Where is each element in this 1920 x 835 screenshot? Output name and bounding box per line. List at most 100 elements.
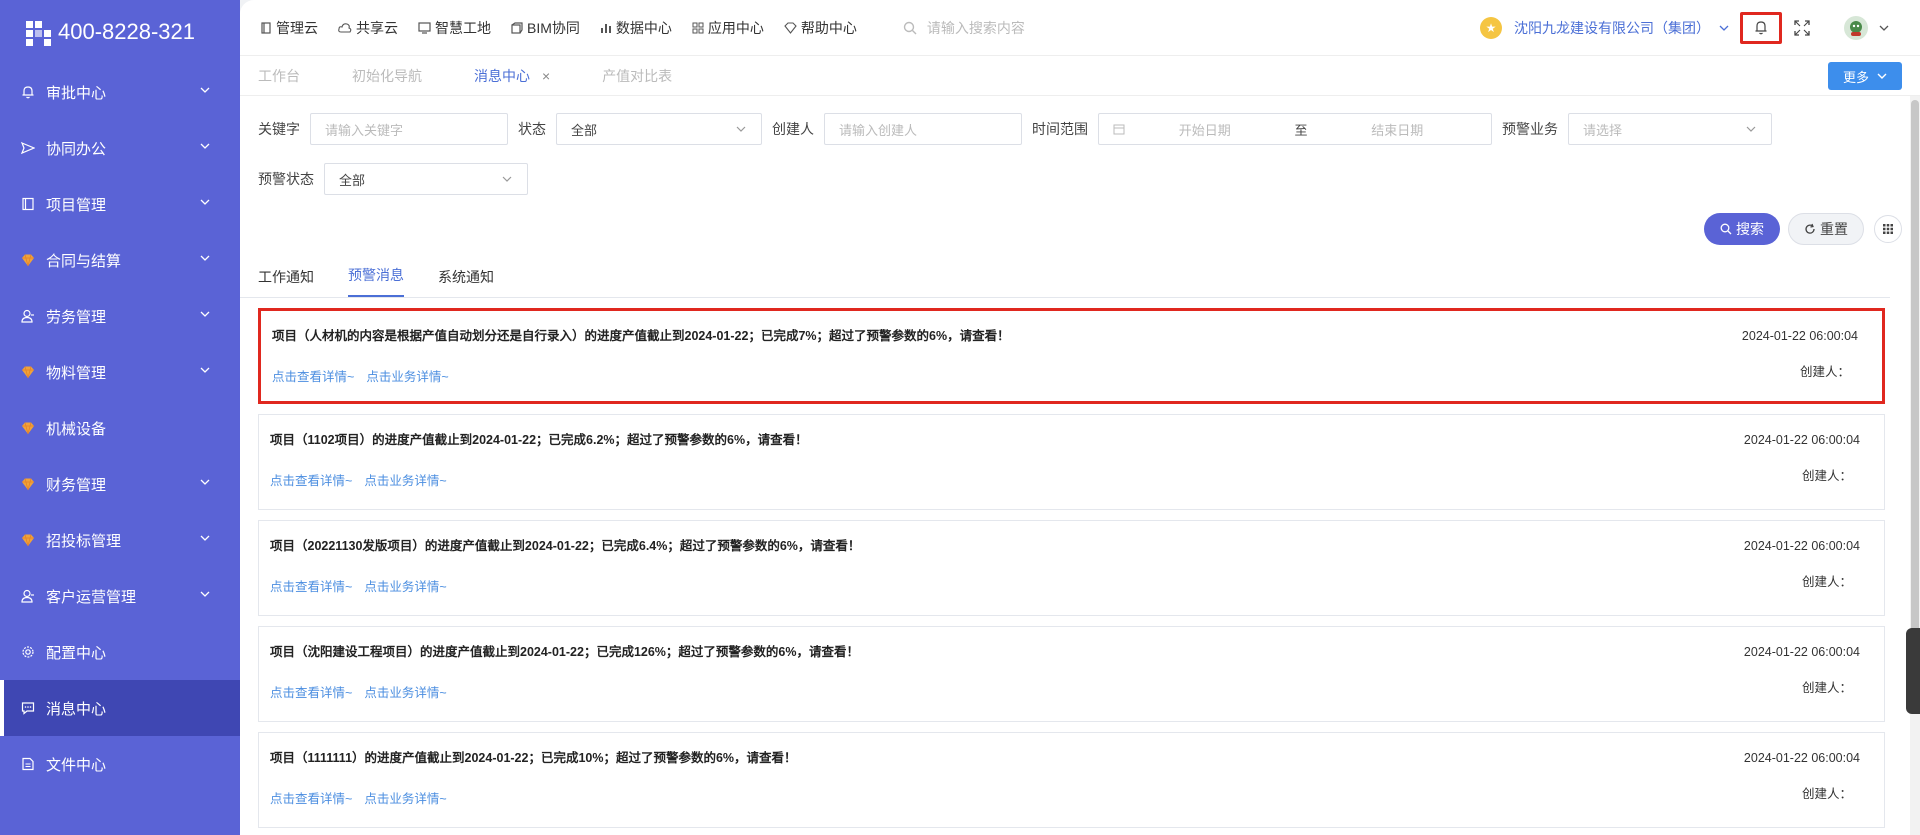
tab-system-notice[interactable]: 系统通知 [438, 267, 494, 297]
scrollbar-thumb[interactable] [1911, 100, 1919, 660]
logo-icon [26, 21, 51, 46]
chevron-down-icon [198, 475, 212, 493]
chevron-down-icon [198, 251, 212, 269]
message-creator: 创建人： [1799, 365, 1850, 379]
more-button[interactable]: 更多 [1828, 62, 1902, 90]
sidebar-item[interactable]: 文件中心 [0, 736, 240, 792]
view-detail-link[interactable]: 点击查看详情~ [270, 686, 352, 700]
warn-status-select[interactable]: 全部 [324, 163, 528, 195]
sidebar-item-label: 消息中心 [46, 700, 107, 718]
gem-icon [20, 420, 36, 436]
bell-icon [1755, 21, 1767, 35]
sidebar-item[interactable]: 客户运营管理 [0, 568, 240, 624]
side-widget[interactable] [1906, 628, 1920, 714]
top-navigation: 管理云 共享云 智慧工地 BIM协同 数据中心 应用中心 帮助中心 请输入搜索内… [240, 0, 1920, 56]
message-time: 2024-01-22 06:00:04 [1741, 329, 1858, 343]
reset-button[interactable]: 重置 [1788, 213, 1864, 245]
business-detail-link[interactable]: 点击业务详情~ [366, 370, 448, 384]
view-detail-link[interactable]: 点击查看详情~ [270, 792, 352, 806]
nav-management-cloud[interactable]: 管理云 [260, 18, 318, 38]
nav-bim[interactable]: BIM协同 [511, 18, 580, 38]
sidebar-item-label: 物料管理 [46, 364, 107, 382]
nav-label: 帮助中心 [800, 19, 857, 36]
nav-app-center[interactable]: 应用中心 [692, 18, 764, 38]
gem-icon [20, 252, 36, 268]
keyword-input[interactable]: 请输入关键字 [310, 113, 508, 145]
start-date[interactable]: 开始日期 [1125, 120, 1285, 139]
chevron-down-icon [1719, 25, 1729, 31]
global-search [903, 19, 1203, 36]
sidebar-item[interactable]: 财务管理 [0, 456, 240, 512]
gear-icon [20, 644, 36, 660]
view-detail-link[interactable]: 点击查看详情~ [270, 580, 352, 594]
biz-select[interactable]: 请选择 [1568, 113, 1772, 145]
grid-icon [1883, 224, 1893, 234]
creator-label: 创建人 [772, 121, 814, 137]
business-detail-link[interactable]: 点击业务详情~ [364, 792, 446, 806]
tab-work-notice[interactable]: 工作通知 [258, 267, 314, 297]
chevron-down-icon [198, 587, 212, 605]
business-detail-link[interactable]: 点击业务详情~ [364, 580, 446, 594]
chevron-down-icon [198, 195, 212, 213]
company-selector[interactable]: ★ 沈阳九龙建设有限公司（集团） [1480, 16, 1730, 39]
sidebar-item-label: 客户运营管理 [46, 588, 137, 606]
sidebar-menu: 审批中心 协同办公 项目管理 合同与结算 劳务管理物料管理机械设备 财务管理 招投标管理客户… [0, 64, 240, 792]
sidebar-item[interactable]: 劳务管理 [0, 288, 240, 344]
message-card: 项目（1102项目）的进度产值截止到2024-01-22；已完成6.2%；超过了… [258, 414, 1885, 510]
support-phone: 400-8228-321 [58, 19, 196, 44]
nav-smart-site[interactable]: 智慧工地 [418, 18, 491, 38]
sidebar-item[interactable]: 审批中心 [0, 64, 240, 120]
nav-label: 数据中心 [615, 19, 672, 36]
nav-help-center[interactable]: 帮助中心 [784, 18, 857, 38]
sidebar-item[interactable]: 物料管理 [0, 344, 240, 400]
nav-shared-cloud[interactable]: 共享云 [338, 18, 398, 38]
nav-data-center[interactable]: 数据中心 [600, 18, 672, 38]
date-separator: 至 [1294, 122, 1308, 138]
user-avatar[interactable] [1844, 15, 1868, 40]
fullscreen-icon[interactable] [1794, 19, 1810, 36]
search-button[interactable]: 搜索 [1704, 213, 1780, 245]
sidebar-item[interactable]: 配置中心 [0, 624, 240, 680]
tab-workbench[interactable]: 工作台 [258, 66, 300, 86]
view-detail-link[interactable]: 点击查看详情~ [272, 370, 354, 384]
main-panel: 管理云 共享云 智慧工地 BIM协同 数据中心 应用中心 帮助中心 请输入搜索内… [240, 0, 1920, 835]
biz-label: 预警业务 [1502, 121, 1558, 137]
tab-init-nav[interactable]: 初始化导航 [352, 66, 422, 86]
message-card: 项目（20221130发版项目）的进度产值截止到2024-01-22；已完成6.… [258, 520, 1885, 616]
date-range-picker[interactable]: 开始日期 至 结束日期 [1098, 113, 1492, 145]
book-icon [20, 196, 36, 212]
search-input[interactable] [926, 19, 1167, 36]
bell-icon [20, 84, 36, 100]
chevron-down-icon [198, 307, 212, 325]
creator-input[interactable]: 请输入创建人 [824, 113, 1022, 145]
close-icon[interactable]: × [542, 68, 550, 84]
view-detail-link[interactable]: 点击查看详情~ [270, 474, 352, 488]
sidebar-item[interactable]: 合同与结算 [0, 232, 240, 288]
warn-status-value: 全部 [339, 172, 366, 188]
tab-message-center[interactable]: 消息中心 × [474, 66, 550, 86]
chevron-down-icon [502, 176, 512, 182]
column-settings-button[interactable] [1874, 215, 1902, 243]
business-detail-link[interactable]: 点击业务详情~ [364, 686, 446, 700]
sidebar-item[interactable]: 项目管理 [0, 176, 240, 232]
sidebar-item[interactable]: 协同办公 [0, 120, 240, 176]
grid-icon [692, 22, 704, 33]
business-detail-link[interactable]: 点击业务详情~ [364, 474, 446, 488]
chevron-down-icon[interactable] [1878, 22, 1890, 34]
sidebar-item[interactable]: 机械设备 [0, 400, 240, 456]
calendar-icon [1113, 124, 1125, 135]
notification-button[interactable] [1740, 11, 1782, 44]
cube-icon [511, 21, 523, 34]
sidebar-item-label: 文件中心 [46, 756, 107, 774]
tab-warning-message[interactable]: 预警消息 [348, 265, 404, 297]
tab-output-compare[interactable]: 产值对比表 [602, 66, 672, 86]
tab-label: 工作台 [258, 67, 300, 84]
status-select[interactable]: 全部 [556, 113, 762, 145]
chevron-down-icon [198, 531, 212, 549]
sidebar-item[interactable]: 消息中心 [0, 680, 240, 736]
search-button-label: 搜索 [1736, 221, 1764, 237]
message-links: 点击查看详情~ 点击业务详情~ [270, 788, 1856, 807]
end-date[interactable]: 结束日期 [1318, 120, 1478, 139]
sidebar-item[interactable]: 招投标管理 [0, 512, 240, 568]
biz-placeholder: 请选择 [1583, 122, 1623, 138]
